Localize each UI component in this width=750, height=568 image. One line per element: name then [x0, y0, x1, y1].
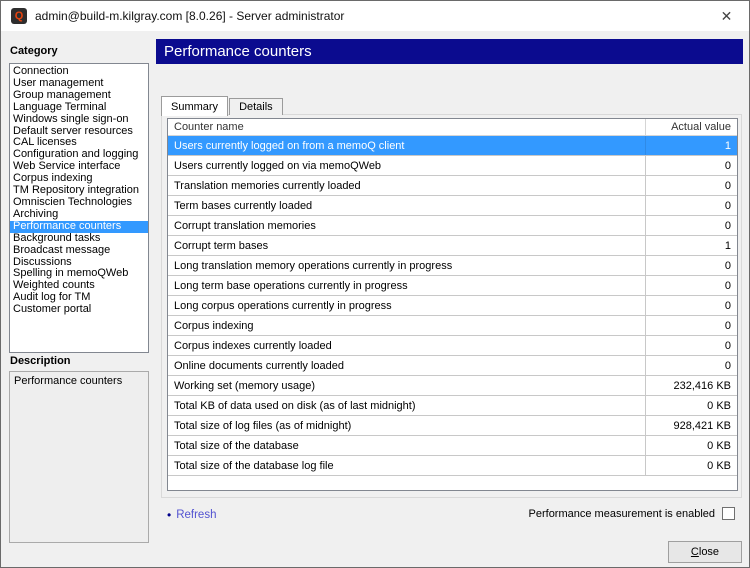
column-header-actual-value[interactable]: Actual value	[645, 119, 737, 135]
server-administrator-window: Q admin@build-m.kilgray.com [8.0.26] - S…	[0, 0, 750, 568]
counter-name-cell: Long corpus operations currently in prog…	[168, 296, 645, 315]
counter-value-cell: 0	[645, 176, 737, 195]
title-bar: Q admin@build-m.kilgray.com [8.0.26] - S…	[1, 1, 749, 31]
table-row[interactable]: Corrupt term bases 1	[168, 236, 737, 256]
description-label: Description	[10, 355, 71, 367]
table-row[interactable]: Corpus indexing 0	[168, 316, 737, 336]
category-list-item[interactable]: Group management	[10, 90, 148, 102]
category-list-item[interactable]: Archiving	[10, 209, 148, 221]
counter-name-cell: Corrupt translation memories	[168, 216, 645, 235]
table-row[interactable]: Corrupt translation memories 0	[168, 216, 737, 236]
refresh-link[interactable]: • Refresh	[167, 508, 216, 522]
counter-value-cell: 232,416 KB	[645, 376, 737, 395]
category-list-item[interactable]: Background tasks	[10, 233, 148, 245]
counter-name-cell: Total size of the database log file	[168, 456, 645, 475]
table-row[interactable]: Total KB of data used on disk (as of las…	[168, 396, 737, 416]
counter-value-cell: 0	[645, 256, 737, 275]
counter-value-cell: 0	[645, 316, 737, 335]
table-body: Users currently logged on from a memoQ c…	[168, 136, 737, 476]
counter-name-cell: Total KB of data used on disk (as of las…	[168, 396, 645, 415]
table-row[interactable]: Users currently logged on from a memoQ c…	[168, 136, 737, 156]
counter-name-cell: Corpus indexing	[168, 316, 645, 335]
counter-value-cell: 1	[645, 136, 737, 155]
counter-name-cell: Long translation memory operations curre…	[168, 256, 645, 275]
table-row[interactable]: Translation memories currently loaded 0	[168, 176, 737, 196]
table-row[interactable]: Corpus indexes currently loaded 0	[168, 336, 737, 356]
table-row[interactable]: Total size of the database 0 KB	[168, 436, 737, 456]
tab[interactable]: Details	[229, 98, 283, 115]
table-row[interactable]: Long term base operations currently in p…	[168, 276, 737, 296]
counter-name-cell: Working set (memory usage)	[168, 376, 645, 395]
counter-name-cell: Users currently logged on via memoQWeb	[168, 156, 645, 175]
counter-value-cell: 0	[645, 156, 737, 175]
table-row[interactable]: Total size of the database log file 0 KB	[168, 456, 737, 476]
category-list-item[interactable]: Windows single sign-on	[10, 114, 148, 126]
close-button[interactable]: Close	[668, 541, 742, 563]
table-row[interactable]: Users currently logged on via memoQWeb 0	[168, 156, 737, 176]
counter-name-cell: Total size of log files (as of midnight)	[168, 416, 645, 435]
refresh-link-label: Refresh	[176, 509, 216, 521]
table-row[interactable]: Long corpus operations currently in prog…	[168, 296, 737, 316]
table-row[interactable]: Long translation memory operations curre…	[168, 256, 737, 276]
column-header-counter-name[interactable]: Counter name	[168, 119, 645, 135]
tab-strip: Summary Details	[161, 96, 284, 115]
performance-measurement-row: Performance measurement is enabled	[529, 507, 735, 520]
category-list-item[interactable]: Customer portal	[10, 304, 148, 316]
counters-table: Counter name Actual value Users currentl…	[167, 118, 738, 491]
performance-measurement-checkbox[interactable]	[722, 507, 735, 520]
category-listbox: Connection User management Group managem…	[9, 63, 149, 353]
table-row[interactable]: Online documents currently loaded 0	[168, 356, 737, 376]
category-list-item[interactable]: Performance counters	[10, 221, 148, 233]
counter-value-cell: 0	[645, 336, 737, 355]
description-box: Performance counters	[9, 371, 149, 543]
counter-value-cell: 928,421 KB	[645, 416, 737, 435]
counter-name-cell: Corpus indexes currently loaded	[168, 336, 645, 355]
table-row[interactable]: Working set (memory usage) 232,416 KB	[168, 376, 737, 396]
table-row[interactable]: Total size of log files (as of midnight)…	[168, 416, 737, 436]
category-list-item[interactable]: Language Terminal	[10, 102, 148, 114]
table-header-row: Counter name Actual value	[168, 119, 737, 136]
counter-value-cell: 0	[645, 196, 737, 215]
page-title: Performance counters	[156, 39, 743, 64]
memoq-server-icon: Q	[11, 8, 27, 24]
close-button-label: Close	[691, 546, 719, 558]
table-row[interactable]: Term bases currently loaded 0	[168, 196, 737, 216]
counter-value-cell: 0	[645, 276, 737, 295]
counter-value-cell: 0 KB	[645, 436, 737, 455]
counter-name-cell: Term bases currently loaded	[168, 196, 645, 215]
performance-measurement-label: Performance measurement is enabled	[529, 508, 715, 520]
counter-name-cell: Online documents currently loaded	[168, 356, 645, 375]
category-list-item[interactable]: Broadcast message	[10, 245, 148, 257]
counter-name-cell: Long term base operations currently in p…	[168, 276, 645, 295]
counter-value-cell: 1	[645, 236, 737, 255]
counter-value-cell: 0 KB	[645, 396, 737, 415]
window-title: admin@build-m.kilgray.com [8.0.26] - Ser…	[35, 9, 344, 23]
counter-value-cell: 0	[645, 216, 737, 235]
counter-name-cell: Users currently logged on from a memoQ c…	[168, 136, 645, 155]
bullet-icon: •	[167, 508, 171, 522]
window-close-icon[interactable]: ✕	[704, 1, 749, 31]
counter-name-cell: Total size of the database	[168, 436, 645, 455]
tab[interactable]: Summary	[161, 96, 228, 116]
counter-value-cell: 0	[645, 296, 737, 315]
counter-value-cell: 0	[645, 356, 737, 375]
counter-name-cell: Corrupt term bases	[168, 236, 645, 255]
counter-value-cell: 0 KB	[645, 456, 737, 475]
counter-name-cell: Translation memories currently loaded	[168, 176, 645, 195]
category-label: Category	[10, 45, 58, 57]
